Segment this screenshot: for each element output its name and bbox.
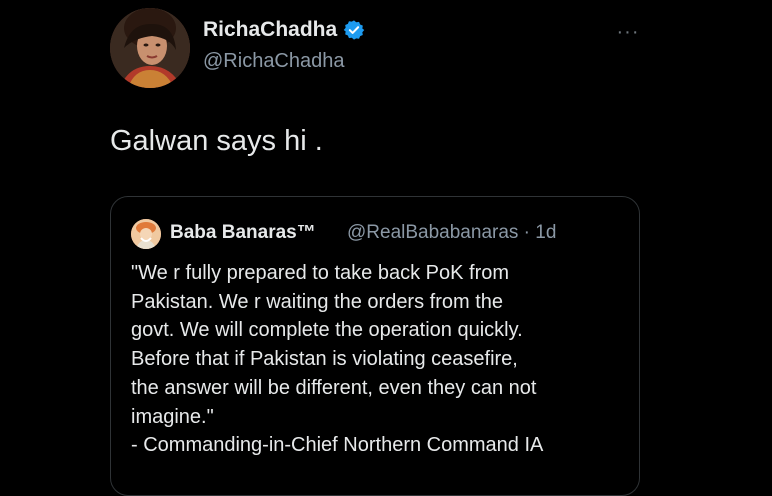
quoted-tweet[interactable]: Baba Banaras™ @RealBababanaras · 1d "We … [110,196,640,496]
verified-badge-icon [343,19,365,41]
tweet: RichaChadha @RichaChadha ··· Galwan says… [0,0,772,496]
more-options-icon[interactable]: ··· [614,22,642,42]
quoted-text-line: - Commanding-in-Chief Northern Command I… [131,434,544,457]
quoted-text-line: Pakistan. We r waiting the orders from t… [131,290,504,313]
author-avatar[interactable] [110,8,190,88]
quoted-tweet-text: "We r fully prepared to take back PoK fr… [131,259,631,460]
quoted-text-line: imagine." [131,405,214,428]
quoted-text-line: Before that if Pakistan is violating cea… [131,348,518,371]
author-name[interactable]: RichaChadha [203,18,365,42]
quoted-author-handle[interactable]: @RealBababanaras · 1d [347,222,556,244]
quoted-author-avatar[interactable] [131,219,161,249]
quoted-author-name[interactable]: Baba Banaras™ [170,222,316,244]
author-name-text[interactable]: RichaChadha [203,18,337,42]
quoted-text-line: govt. We will complete the operation qui… [131,319,523,342]
quoted-text-line: the answer will be different, even they … [131,376,537,399]
quoted-text-line: "We r fully prepared to take back PoK fr… [131,262,510,284]
author-handle[interactable]: @RichaChadha [203,50,345,73]
tweet-text: Galwan says hi . [110,125,323,157]
